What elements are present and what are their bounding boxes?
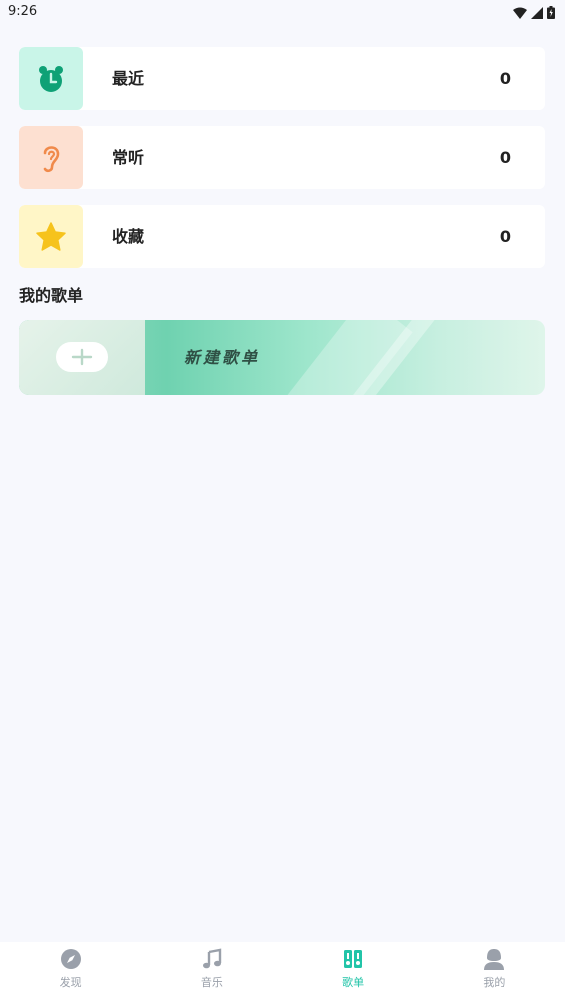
bottom-tab-bar: 发现 音乐 歌单 我的	[0, 942, 565, 1004]
favorites-count: 0	[499, 227, 511, 246]
music-note-icon	[200, 947, 224, 971]
tab-mine[interactable]: 我的	[424, 942, 565, 1004]
plus-icon	[56, 342, 108, 372]
tab-mine-label: 我的	[483, 976, 506, 989]
user-icon	[482, 947, 506, 971]
favorites-card[interactable]: 收藏 0	[19, 205, 545, 268]
tab-discover[interactable]: 发现	[0, 942, 141, 1004]
tab-discover-label: 发现	[59, 976, 82, 989]
status-icons	[513, 4, 555, 23]
wifi-icon	[513, 4, 527, 23]
frequent-card[interactable]: 常听 0	[19, 126, 545, 189]
recent-count: 0	[499, 69, 511, 88]
playlist-icon	[341, 947, 365, 971]
battery-icon	[547, 4, 555, 23]
frequent-count: 0	[499, 148, 511, 167]
recent-card[interactable]: 最近 0	[19, 47, 545, 110]
tab-playlists[interactable]: 歌单	[283, 942, 424, 1004]
tab-music-label: 音乐	[200, 976, 223, 989]
new-playlist-button[interactable]: 新建歌单	[19, 320, 545, 395]
signal-icon	[531, 4, 543, 23]
ear-icon	[19, 126, 83, 189]
alarm-clock-icon	[19, 47, 83, 110]
new-playlist-panel	[19, 320, 145, 395]
my-playlists-title: 我的歌单	[19, 286, 84, 305]
compass-icon	[59, 947, 83, 971]
star-icon	[19, 205, 83, 268]
status-bar: 9:26	[0, 0, 565, 24]
tab-music[interactable]: 音乐	[141, 942, 282, 1004]
status-time: 9:26	[8, 4, 38, 19]
favorites-label: 收藏	[112, 227, 145, 246]
frequent-label: 常听	[112, 148, 145, 167]
tab-playlists-label: 歌单	[342, 976, 365, 989]
recent-label: 最近	[112, 69, 145, 88]
new-playlist-label: 新建歌单	[184, 348, 261, 367]
